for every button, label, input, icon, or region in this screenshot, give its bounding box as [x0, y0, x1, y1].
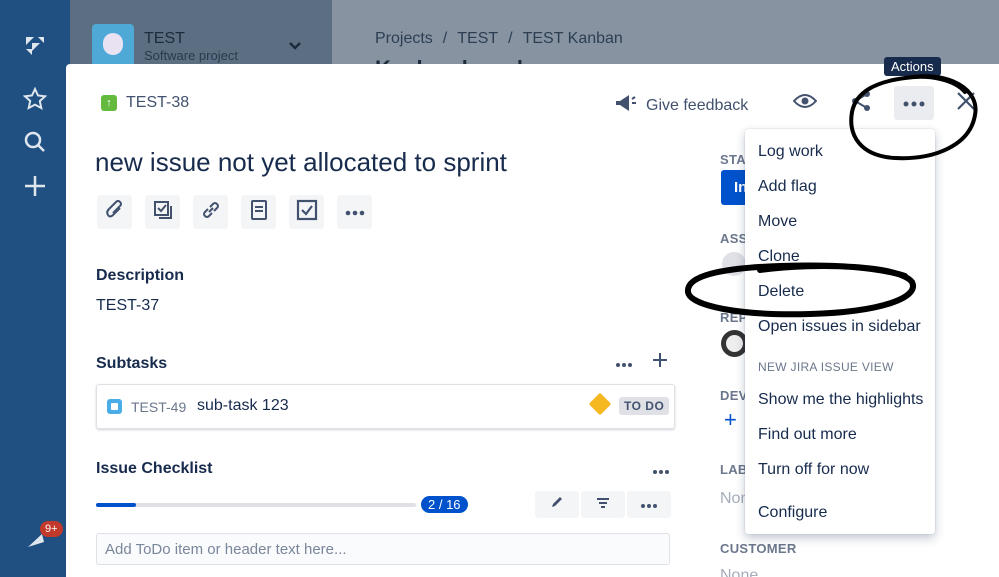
- breadcrumb-projects[interactable]: Projects: [375, 30, 433, 48]
- menu-item-find-out-more[interactable]: Find out more: [758, 426, 857, 444]
- assignee-field-label: ASS: [720, 231, 748, 246]
- actions-more-button[interactable]: [894, 86, 934, 120]
- watch-button[interactable]: [785, 86, 825, 120]
- paperclip-icon: [105, 199, 124, 225]
- breadcrumb-separator: /: [508, 30, 513, 47]
- page-icon: [250, 199, 267, 225]
- eye-icon: [792, 93, 818, 114]
- project-avatar: [92, 24, 134, 66]
- menu-section-heading: NEW JIRA ISSUE VIEW: [758, 360, 894, 374]
- notification-badge: 9+: [40, 521, 63, 537]
- menu-item-log-work[interactable]: Log work: [758, 143, 823, 161]
- issue-toolbar: [97, 195, 372, 229]
- add-development-plus-icon[interactable]: +: [724, 407, 737, 433]
- reporter-avatar[interactable]: [721, 330, 748, 357]
- filter-checklist-button[interactable]: [581, 491, 625, 518]
- share-button[interactable]: [841, 86, 881, 120]
- star-icon[interactable]: [22, 86, 48, 112]
- more-horizontal-icon: [345, 203, 365, 221]
- megaphone-icon: [614, 93, 636, 118]
- subtasks-actions: [616, 352, 668, 373]
- checklist-progress-fill: [96, 503, 136, 507]
- actions-menu: Log work Add flag Move Clone Delete Open…: [745, 129, 935, 534]
- menu-item-move[interactable]: Move: [758, 213, 797, 231]
- menu-item-clone[interactable]: Clone: [758, 248, 800, 266]
- subtask-status-lozenge[interactable]: TO DO: [619, 397, 670, 415]
- more-horizontal-icon: [903, 94, 925, 112]
- give-feedback-label: Give feedback: [646, 96, 749, 114]
- checklist-progress-bar: [96, 503, 416, 507]
- search-icon[interactable]: [22, 129, 48, 155]
- share-icon: [850, 90, 872, 117]
- link-issue-button[interactable]: [193, 195, 228, 229]
- add-subtask-button[interactable]: [145, 195, 180, 229]
- add-subtask-plus-icon[interactable]: [652, 352, 668, 373]
- more-horizontal-icon: [641, 496, 657, 514]
- project-name: TEST: [144, 30, 185, 47]
- pencil-icon: [550, 495, 564, 514]
- priority-medium-icon: [588, 392, 612, 416]
- description-heading: Description: [96, 267, 185, 284]
- filter-icon: [596, 496, 610, 514]
- edit-checklist-button[interactable]: [535, 491, 579, 518]
- breadcrumb-board[interactable]: TEST Kanban: [523, 30, 623, 48]
- global-sidebar: 9+: [0, 0, 70, 577]
- assignee-avatar[interactable]: [722, 252, 746, 276]
- subtask-summary[interactable]: sub-task 123: [197, 397, 289, 415]
- subtask-row[interactable]: TEST-49 sub-task 123 TO DO: [96, 384, 675, 429]
- jira-logo-icon[interactable]: [22, 33, 48, 59]
- breadcrumb-separator: /: [442, 30, 448, 47]
- menu-item-configure[interactable]: Configure: [758, 504, 827, 522]
- give-feedback-button[interactable]: Give feedback: [614, 93, 748, 118]
- more-checklist-button[interactable]: [627, 491, 671, 518]
- subtask-key[interactable]: TEST-49: [131, 399, 186, 415]
- attach-button[interactable]: [97, 195, 132, 229]
- story-type-icon: ↑: [101, 95, 117, 111]
- checklist-heading: Issue Checklist: [96, 460, 213, 477]
- breadcrumb: Projects / TEST / TEST Kanban: [375, 30, 623, 48]
- checklist-progress-count: 2 / 16: [421, 496, 468, 513]
- chevron-down-icon[interactable]: [289, 38, 301, 54]
- description-text[interactable]: TEST-37: [96, 297, 159, 315]
- menu-item-add-flag[interactable]: Add flag: [758, 178, 817, 196]
- project-type: Software project: [144, 48, 238, 63]
- more-horizontal-icon[interactable]: [616, 352, 632, 373]
- customer-field-label: CUSTOMER: [720, 541, 797, 556]
- subtasks-heading: Subtasks: [96, 355, 168, 372]
- checklist-button[interactable]: [289, 195, 324, 229]
- checklist-actions: [653, 459, 669, 480]
- labels-field-label: LAB: [720, 462, 748, 477]
- close-icon: [956, 91, 976, 116]
- link-icon: [200, 199, 222, 226]
- more-horizontal-icon[interactable]: [653, 459, 669, 480]
- add-todo-input[interactable]: [96, 533, 670, 565]
- actions-tooltip: Actions: [884, 57, 941, 76]
- menu-item-show-highlights[interactable]: Show me the highlights: [758, 391, 923, 409]
- more-toolbar-button[interactable]: [337, 195, 372, 229]
- subtask-type-icon: [107, 399, 122, 414]
- customer-value[interactable]: None: [720, 567, 758, 577]
- subtask-icon: [153, 200, 173, 225]
- reporter-field-label: REP: [720, 310, 748, 325]
- breadcrumb-project[interactable]: TEST: [457, 30, 498, 48]
- checkbox-icon: [296, 199, 318, 226]
- close-button[interactable]: [946, 86, 986, 120]
- issue-summary[interactable]: new issue not yet allocated to sprint: [95, 147, 507, 178]
- development-field-label: DEV: [720, 388, 748, 403]
- issue-key-link[interactable]: TEST-38: [126, 94, 189, 112]
- menu-item-open-in-sidebar[interactable]: Open issues in sidebar: [758, 318, 921, 336]
- menu-item-turn-off[interactable]: Turn off for now: [758, 461, 869, 479]
- menu-item-delete[interactable]: Delete: [758, 283, 804, 301]
- create-plus-icon[interactable]: [22, 173, 48, 199]
- confluence-page-button[interactable]: [241, 195, 276, 229]
